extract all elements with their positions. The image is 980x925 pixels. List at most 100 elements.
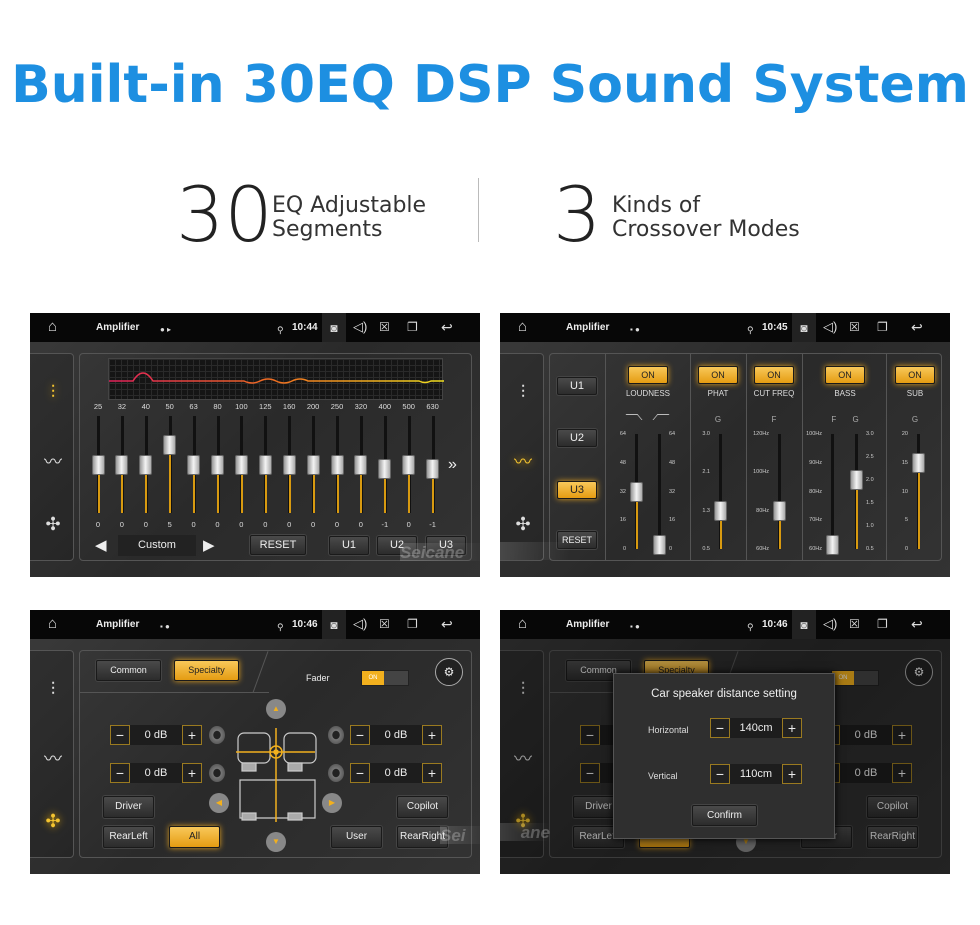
speaker-volume-minus[interactable]: − xyxy=(350,725,370,745)
sidebar-item-eq-tab-icon[interactable]: ⫶ xyxy=(41,679,65,700)
position-button-user[interactable]: User xyxy=(331,826,382,848)
eq-slider-thumb[interactable] xyxy=(354,454,368,475)
eq-slider-thumb[interactable] xyxy=(330,454,344,475)
slider-thumb-cut-freq[interactable] xyxy=(772,500,786,521)
tab-common[interactable]: Common xyxy=(96,660,161,681)
back-icon[interactable]: ↩ xyxy=(911,319,923,335)
speaker-volume-plus[interactable]: + xyxy=(422,725,442,745)
user-preset-button-u2[interactable]: U2 xyxy=(557,429,597,447)
back-icon[interactable]: ↩ xyxy=(911,616,923,632)
confirm-button[interactable]: Confirm xyxy=(692,805,757,826)
close-app-icon[interactable]: ☒ xyxy=(849,319,860,335)
car-settings-icon[interactable]: ⚙ xyxy=(435,658,463,686)
sidebar-item-crossover-tab-icon[interactable]: 〰 xyxy=(511,448,535,474)
eq-slider-thumb[interactable] xyxy=(258,454,272,475)
sidebar-item-crossover-tab-icon[interactable]: 〰 xyxy=(41,745,65,771)
volume-icon[interactable]: ◁) xyxy=(823,616,837,632)
volume-icon[interactable]: ◁) xyxy=(823,319,837,335)
toggle-bass[interactable]: ON xyxy=(825,366,865,384)
speaker-volume-plus[interactable]: + xyxy=(182,763,202,783)
sidebar-item-eq-tab-icon[interactable]: ⫶ xyxy=(41,382,65,403)
speaker-volume-minus[interactable]: − xyxy=(110,725,130,745)
slider-track-bass-freq[interactable] xyxy=(831,434,834,549)
slider-tick-label: 48 xyxy=(619,459,626,466)
recent-apps-icon[interactable]: ❐ xyxy=(877,616,888,632)
eq-band-value: -1 xyxy=(429,520,436,529)
recent-apps-icon[interactable]: ❐ xyxy=(407,319,418,335)
slider-thumb-bass-gain[interactable] xyxy=(849,470,863,490)
speaker-volume-plus[interactable]: + xyxy=(182,725,202,745)
previous-preset-icon[interactable]: ◀ xyxy=(95,536,107,554)
back-icon[interactable]: ↩ xyxy=(441,616,453,632)
toggle-cut-freq[interactable]: ON xyxy=(754,366,794,384)
fader-toggle-state: ON xyxy=(362,671,384,685)
horizontal-minus-button[interactable]: − xyxy=(710,718,730,738)
volume-icon[interactable]: ◁) xyxy=(353,319,367,335)
vertical-plus-button[interactable]: + xyxy=(782,764,802,784)
tab-specialty[interactable]: Specialty xyxy=(174,660,239,681)
next-preset-icon[interactable]: ▶ xyxy=(203,536,215,554)
eq-slider-thumb[interactable] xyxy=(234,454,248,475)
horizontal-plus-button[interactable]: + xyxy=(782,718,802,738)
sidebar-item-balance-tab-icon[interactable]: ✣ xyxy=(41,811,65,832)
stat-label-eq: EQ Adjustable Segments xyxy=(272,194,426,242)
home-icon[interactable]: ⌂ xyxy=(48,616,57,632)
up-arrow-button[interactable]: ▲ xyxy=(266,699,286,719)
screenshot-icon[interactable]: ◙ xyxy=(322,610,346,639)
slider-thumb-sub-gain[interactable] xyxy=(911,452,925,473)
toggle-loudness[interactable]: ON xyxy=(628,366,668,384)
user-preset-button-u1[interactable]: U1 xyxy=(329,536,369,555)
down-arrow-button[interactable]: ▼ xyxy=(266,832,286,852)
speaker-volume-minus[interactable]: − xyxy=(110,763,130,783)
fader-toggle[interactable]: ON xyxy=(361,670,409,686)
vertical-minus-button[interactable]: − xyxy=(710,764,730,784)
eq-slider-thumb[interactable] xyxy=(187,454,201,475)
screenshot-icon[interactable]: ◙ xyxy=(792,313,816,342)
sidebar-item-balance-tab-icon[interactable]: ✣ xyxy=(41,514,65,535)
left-arrow-button[interactable]: ◀ xyxy=(209,793,229,813)
eq-slider-thumb[interactable] xyxy=(402,454,416,475)
screenshot-icon[interactable]: ◙ xyxy=(792,610,816,639)
recent-apps-icon[interactable]: ❐ xyxy=(877,319,888,335)
close-app-icon[interactable]: ☒ xyxy=(379,319,390,335)
more-bands-icon[interactable]: » xyxy=(448,456,457,474)
eq-slider-thumb[interactable] xyxy=(426,458,440,479)
speaker-volume-minus[interactable]: − xyxy=(350,763,370,783)
home-icon[interactable]: ⌂ xyxy=(518,616,527,632)
position-button-driver[interactable]: Driver xyxy=(103,796,154,818)
close-app-icon[interactable]: ☒ xyxy=(849,616,860,632)
reset-button[interactable]: RESET xyxy=(250,535,306,555)
close-app-icon[interactable]: ☒ xyxy=(379,616,390,632)
sidebar-item-eq-tab-icon[interactable]: ⫶ xyxy=(511,382,535,403)
eq-slider-thumb[interactable] xyxy=(211,454,224,475)
eq-slider-thumb[interactable] xyxy=(139,454,153,475)
slider-track-loudness-high[interactable] xyxy=(658,434,661,549)
eq-slider-thumb[interactable] xyxy=(115,454,129,475)
position-button-all[interactable]: All xyxy=(169,826,220,848)
user-preset-button-u3[interactable]: U3 xyxy=(557,481,597,499)
slider-thumb-bass-freq[interactable] xyxy=(825,535,839,555)
speaker-volume-plus[interactable]: + xyxy=(422,763,442,783)
screenshot-icon[interactable]: ◙ xyxy=(322,313,346,342)
home-icon[interactable]: ⌂ xyxy=(48,319,57,335)
slider-thumb-loudness-low[interactable] xyxy=(629,481,643,502)
home-icon[interactable]: ⌂ xyxy=(518,319,527,335)
eq-slider-thumb[interactable] xyxy=(163,434,177,455)
user-preset-button-u1[interactable]: U1 xyxy=(557,377,597,395)
eq-slider-thumb[interactable] xyxy=(282,454,296,475)
position-button-rear-left[interactable]: RearLeft xyxy=(103,826,154,848)
toggle-phat[interactable]: ON xyxy=(698,366,738,384)
slider-thumb-loudness-high[interactable] xyxy=(652,535,666,555)
back-icon[interactable]: ↩ xyxy=(441,319,453,335)
volume-icon[interactable]: ◁) xyxy=(353,616,367,632)
toggle-sub[interactable]: ON xyxy=(895,366,935,384)
slider-thumb-phat-gain[interactable] xyxy=(713,500,727,521)
eq-slider-thumb[interactable] xyxy=(91,454,105,475)
eq-slider-thumb[interactable] xyxy=(378,458,392,479)
eq-slider-thumb[interactable] xyxy=(306,454,320,475)
position-button-copilot[interactable]: Copilot xyxy=(397,796,448,818)
right-arrow-button[interactable]: ▶ xyxy=(322,793,342,813)
recent-apps-icon[interactable]: ❐ xyxy=(407,616,418,632)
sidebar-item-crossover-tab-icon[interactable]: 〰 xyxy=(41,448,65,474)
sidebar-item-balance-tab-icon[interactable]: ✣ xyxy=(511,514,535,535)
